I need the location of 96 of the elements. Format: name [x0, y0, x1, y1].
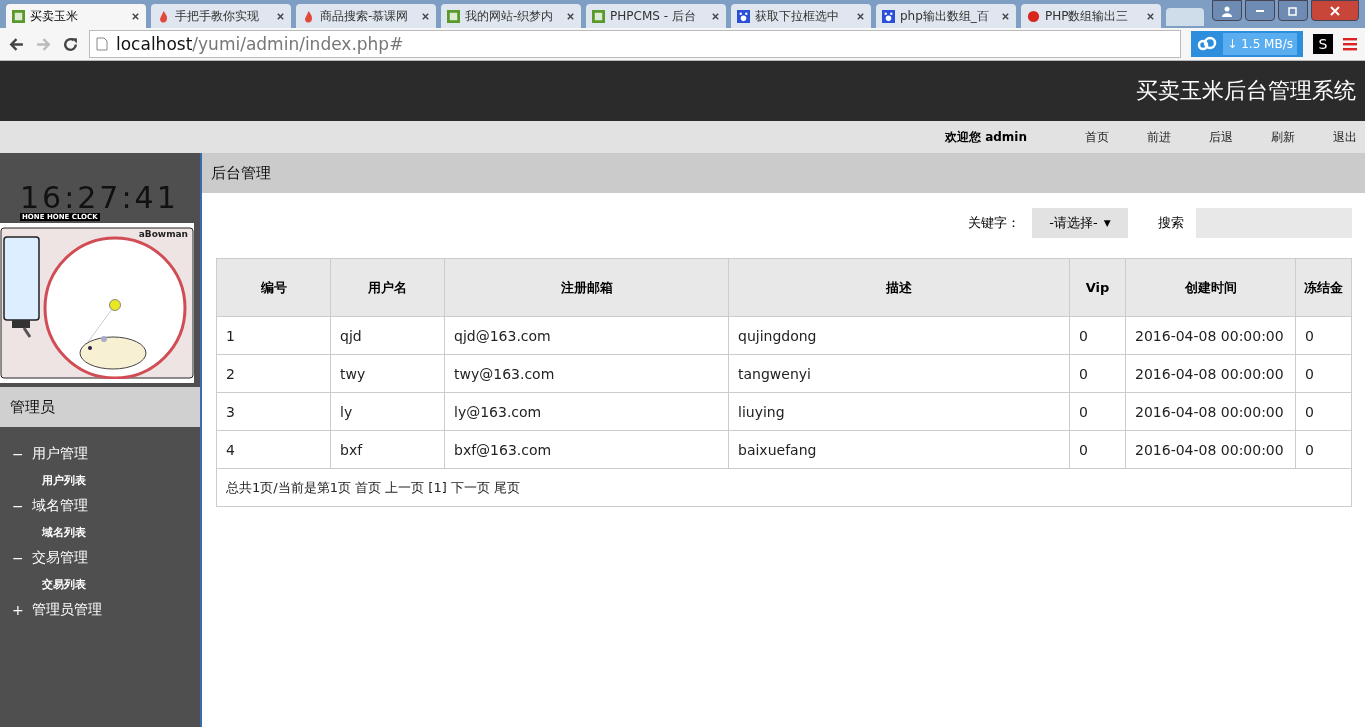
column-header: 注册邮箱 [444, 258, 729, 317]
column-header: 用户名 [330, 258, 445, 317]
browser-tab[interactable]: 获取下拉框选中 [731, 4, 871, 28]
paw-icon [882, 9, 895, 23]
close-button[interactable] [1311, 0, 1359, 21]
flame-icon [302, 9, 315, 23]
close-icon[interactable] [711, 11, 720, 21]
menu-item[interactable]: 域名列表 [0, 519, 200, 545]
welcome-text: 欢迎您 admin [944, 128, 1027, 146]
menu-group[interactable]: − 交易管理 [0, 545, 200, 571]
panel-title: 后台管理 [202, 153, 1365, 193]
table-cell: 0 [1295, 354, 1352, 393]
pagination-text: 总共1页/当前是第1页 首页 上一页 [1] 下一页 尾页 [216, 468, 1352, 507]
nav-link[interactable]: 后退 [1171, 128, 1233, 146]
table-cell: 2016-04-08 00:00:00 [1125, 354, 1296, 393]
clock-time: 16:27:41 [20, 183, 179, 213]
table-cell: 0 [1295, 430, 1352, 469]
clock-credit: aBowman [138, 229, 188, 239]
table-cell: bxf [330, 430, 445, 469]
minimize-icon [1256, 9, 1264, 12]
address-bar[interactable]: localhost/yumi/admin/index.php# [89, 30, 1182, 58]
close-icon[interactable] [1001, 11, 1010, 21]
column-header: 描述 [728, 258, 1070, 317]
table-cell: qujingdong [728, 316, 1070, 355]
table-cell: tangwenyi [728, 354, 1070, 393]
table-cell: 2016-04-08 00:00:00 [1125, 430, 1296, 469]
table-cell: 0 [1069, 354, 1126, 393]
table-cell: twy [330, 354, 445, 393]
flame-icon [157, 9, 170, 23]
menu-item[interactable]: 交易列表 [0, 571, 200, 597]
table-cell: qjd [330, 316, 445, 355]
column-header: 编号 [216, 258, 331, 317]
browser-tab[interactable]: PHP数组输出三 [1021, 4, 1161, 28]
menu-group[interactable]: + 管理员管理 [0, 597, 200, 623]
person-icon [1221, 4, 1233, 17]
close-icon[interactable] [131, 11, 140, 21]
browser-tab[interactable]: 商品搜索-慕课网 [296, 4, 436, 28]
table-cell: baixuefang [728, 430, 1070, 469]
column-header: 创建时间 [1125, 258, 1296, 317]
table-cell: 0 [1295, 316, 1352, 355]
close-icon[interactable] [421, 11, 430, 21]
close-icon[interactable] [1146, 11, 1155, 21]
profile-button[interactable] [1212, 0, 1242, 21]
menu-icon[interactable] [1343, 37, 1357, 51]
table-cell: 2016-04-08 00:00:00 [1125, 392, 1296, 431]
restore-icon [1287, 4, 1299, 17]
restore-button[interactable] [1278, 0, 1308, 21]
table-cell: 3 [216, 392, 331, 431]
table-cell: 0 [1069, 392, 1126, 431]
table-cell: 0 [1295, 392, 1352, 431]
table-cell: 1 [216, 316, 331, 355]
reload-icon[interactable] [62, 35, 79, 53]
table-cell: twy@163.com [444, 354, 729, 393]
browser-tab[interactable]: 我的网站-织梦内 [441, 4, 581, 28]
favicon-icon [12, 9, 25, 23]
table-cell: ly [330, 392, 445, 431]
column-header: 冻结金 [1295, 258, 1352, 317]
table-cell: bxf@163.com [444, 430, 729, 469]
table-cell: liuying [728, 392, 1070, 431]
minimize-button[interactable] [1245, 0, 1275, 21]
favicon-icon [592, 9, 605, 23]
close-icon[interactable] [276, 11, 285, 21]
caret-icon: ▼ [1103, 218, 1111, 228]
site-title: 买卖玉米后台管理系统 [1136, 77, 1356, 105]
page-icon [96, 37, 108, 51]
menu-item[interactable]: 用户列表 [0, 467, 200, 493]
table-cell: 0 [1069, 316, 1126, 355]
paw-icon [737, 9, 750, 23]
browser-tab[interactable]: 买卖玉米 [6, 4, 146, 28]
search-label: 搜索 [1158, 214, 1184, 232]
favicon-icon [447, 9, 460, 23]
keyword-label: 关键字： [968, 214, 1020, 232]
nav-link[interactable]: 首页 [1047, 128, 1109, 146]
browser-tab[interactable]: 手把手教你实现 [151, 4, 291, 28]
extension-button[interactable]: S [1313, 34, 1333, 54]
cloud-icon [1197, 36, 1218, 52]
browser-tab[interactable]: PHPCMS - 后台 [586, 4, 726, 28]
favicon-icon [1027, 9, 1040, 23]
close-icon [1329, 4, 1341, 17]
nav-link[interactable]: 刷新 [1233, 128, 1295, 146]
table-cell: qjd@163.com [444, 316, 729, 355]
close-icon[interactable] [856, 11, 865, 21]
nav-link[interactable]: 前进 [1109, 128, 1171, 146]
sidebar-section-header: 管理员 [0, 387, 200, 427]
table-cell: 2 [216, 354, 331, 393]
keyword-select[interactable]: -请选择- ▼ [1032, 208, 1128, 238]
menu-group[interactable]: − 域名管理 [0, 493, 200, 519]
menu-group[interactable]: − 用户管理 [0, 441, 200, 467]
close-icon[interactable] [566, 11, 575, 21]
nav-link[interactable]: 退出 [1295, 128, 1357, 146]
table-cell: 4 [216, 430, 331, 469]
table-cell: 0 [1069, 430, 1126, 469]
browser-tab[interactable]: php输出数组_百 [876, 4, 1016, 28]
column-header: Vip [1069, 258, 1126, 317]
table-cell: 2016-04-08 00:00:00 [1125, 316, 1296, 355]
table-cell: ly@163.com [444, 392, 729, 431]
